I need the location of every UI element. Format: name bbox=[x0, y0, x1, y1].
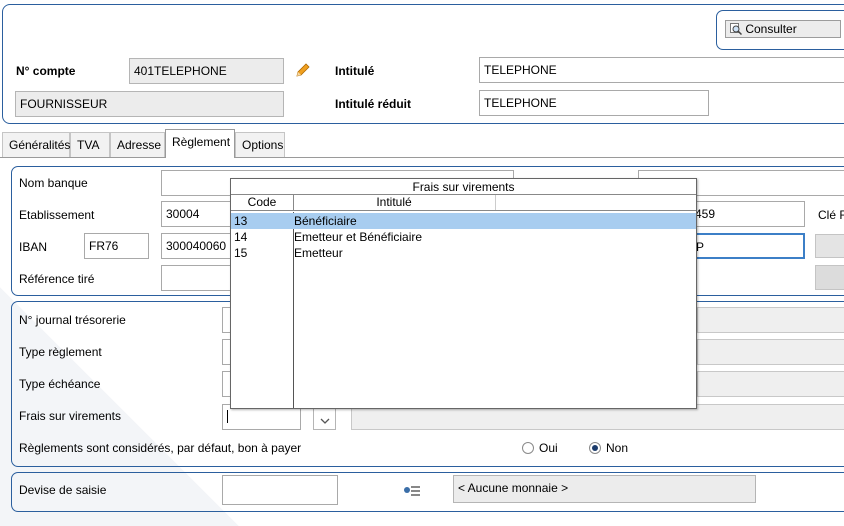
popup-col-divider-2 bbox=[495, 195, 496, 210]
bon-a-payer-label: Règlements sont considérés, par défaut, … bbox=[19, 441, 302, 455]
bic-field[interactable]: P bbox=[690, 233, 805, 259]
journal-label: N° journal trésorerie bbox=[19, 313, 126, 327]
oui-label: Oui bbox=[539, 441, 558, 455]
popup-row-intitule: Emetteur bbox=[294, 246, 343, 260]
banque-button-1[interactable] bbox=[815, 234, 844, 258]
type-reglement-label: Type règlement bbox=[19, 345, 102, 359]
compte-label: N° compte bbox=[16, 64, 76, 78]
tab-reglement[interactable]: Règlement bbox=[165, 129, 235, 158]
tab-tva[interactable]: TVA bbox=[70, 132, 110, 158]
non-label: Non bbox=[606, 441, 629, 455]
text-cursor bbox=[227, 410, 228, 423]
intitule-label: Intitulé bbox=[335, 64, 375, 78]
compte-field[interactable]: 401TELEPHONE bbox=[129, 58, 284, 84]
popup-header: Code Intitulé bbox=[231, 195, 696, 211]
popup-row[interactable]: 14 Emetteur et Bénéficiaire bbox=[231, 229, 696, 245]
oui-radio[interactable] bbox=[522, 442, 534, 454]
popup-row-intitule: Bénéficiaire bbox=[294, 214, 357, 228]
tab-options[interactable]: Options bbox=[235, 132, 285, 158]
chevron-down-icon bbox=[320, 414, 330, 428]
popup-row-intitule: Emetteur et Bénéficiaire bbox=[294, 230, 423, 244]
devise-label: Devise de saisie bbox=[19, 483, 107, 497]
tab-adresse[interactable]: Adresse bbox=[110, 132, 165, 158]
popup-row-code: 14 bbox=[234, 230, 248, 244]
cle-rib-label: Clé R bbox=[818, 208, 844, 222]
tab-generalites[interactable]: Généralités bbox=[2, 132, 70, 158]
frais-virements-label: Frais sur virements bbox=[19, 409, 122, 423]
popup-row-code: 13 bbox=[234, 214, 248, 228]
type-echeance-desc-field bbox=[697, 371, 844, 397]
popup-title: Frais sur virements bbox=[231, 179, 696, 195]
intitule-reduit-label: Intitulé réduit bbox=[335, 97, 411, 111]
non-radio[interactable] bbox=[589, 442, 601, 454]
popup-row[interactable]: 15 Emetteur bbox=[231, 245, 696, 261]
journal-desc-field bbox=[697, 307, 844, 333]
devise-list-icon[interactable] bbox=[403, 484, 421, 498]
nom-banque-label: Nom banque bbox=[19, 176, 88, 190]
reference-tire-label: Référence tiré bbox=[19, 272, 95, 286]
intitule-field[interactable]: TELEPHONE bbox=[479, 57, 844, 83]
frais-virements-popup[interactable]: Frais sur virements Code Intitulé 13 Bén… bbox=[230, 178, 697, 409]
consulter-button[interactable]: Consulter bbox=[725, 20, 841, 38]
type-reglement-desc-field bbox=[697, 339, 844, 365]
etablissement-field[interactable]: 30004 bbox=[161, 201, 236, 227]
consulter-label: Consulter bbox=[745, 22, 797, 36]
banque-button-2[interactable] bbox=[815, 265, 844, 290]
pencil-icon[interactable] bbox=[295, 62, 311, 78]
type-echeance-label: Type échéance bbox=[19, 377, 101, 391]
iban-field[interactable]: 300040060 bbox=[161, 233, 236, 259]
magnifier-icon bbox=[730, 23, 743, 36]
popup-row[interactable]: 13 Bénéficiaire bbox=[231, 213, 696, 229]
compte-bancaire-field[interactable]: 459 bbox=[690, 201, 805, 227]
devise-field[interactable] bbox=[222, 475, 338, 505]
etablissement-label: Etablissement bbox=[19, 208, 95, 222]
popup-col-code[interactable]: Code bbox=[231, 195, 293, 210]
reference-tire-field[interactable] bbox=[161, 265, 236, 291]
type-tiers-field[interactable]: FOURNISSEUR bbox=[15, 91, 284, 117]
iban-country-field[interactable]: FR76 bbox=[84, 233, 149, 259]
popup-col-intitule[interactable]: Intitulé bbox=[293, 195, 495, 210]
intitule-reduit-field[interactable]: TELEPHONE bbox=[479, 90, 709, 116]
iban-label: IBAN bbox=[19, 240, 48, 254]
popup-row-code: 15 bbox=[234, 246, 248, 260]
monnaie-field: < Aucune monnaie > bbox=[453, 475, 756, 503]
